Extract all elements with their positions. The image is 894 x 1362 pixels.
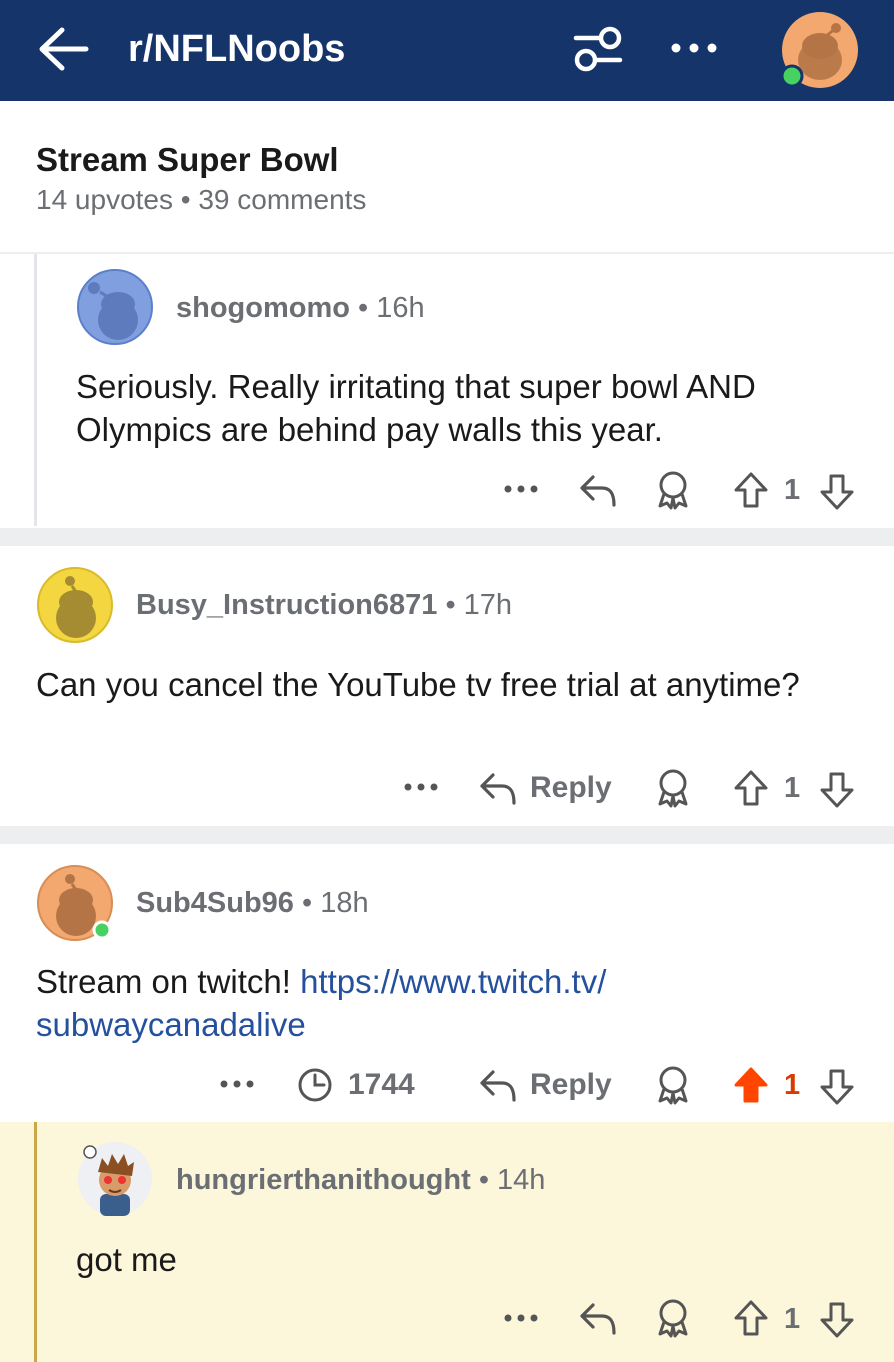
vote-count: 1 bbox=[784, 1069, 801, 1101]
downvote-icon[interactable] bbox=[818, 1300, 856, 1340]
upvote-icon[interactable] bbox=[732, 768, 770, 808]
sliders-icon[interactable] bbox=[570, 22, 626, 76]
downvote-icon[interactable] bbox=[818, 1067, 856, 1107]
reply-button[interactable]: Reply bbox=[530, 1067, 612, 1103]
downvote-icon[interactable] bbox=[818, 472, 856, 512]
vote-count: 1 bbox=[784, 1303, 801, 1335]
vote-count: 1 bbox=[784, 474, 801, 506]
reply-icon[interactable] bbox=[578, 1300, 618, 1336]
more-options-icon[interactable] bbox=[402, 776, 440, 798]
avatar[interactable] bbox=[76, 1140, 154, 1218]
avatar[interactable] bbox=[36, 566, 114, 644]
reply-icon[interactable] bbox=[578, 472, 618, 508]
award-icon[interactable] bbox=[654, 1298, 692, 1338]
arrow-left-icon[interactable] bbox=[36, 24, 92, 74]
upvote-icon[interactable] bbox=[732, 1298, 770, 1338]
thread-line[interactable] bbox=[34, 1122, 37, 1362]
reply-button[interactable]: Reply bbox=[530, 770, 612, 806]
post-meta: 14 upvotes • 39 comments bbox=[36, 184, 367, 215]
vote-count: 1 bbox=[784, 772, 801, 804]
post-title[interactable]: Stream Super Bowl bbox=[36, 140, 339, 180]
award-icon[interactable] bbox=[654, 470, 692, 510]
more-options-icon[interactable] bbox=[218, 1073, 256, 1095]
divider bbox=[0, 252, 894, 254]
top-bar: r/NFLNoobs bbox=[0, 0, 894, 101]
comment-username[interactable]: shogomomo • 16h bbox=[176, 290, 425, 326]
downvote-icon[interactable] bbox=[818, 770, 856, 810]
comment-username[interactable]: Sub4Sub96 • 18h bbox=[136, 885, 369, 921]
avatar[interactable] bbox=[76, 268, 154, 346]
user-avatar[interactable] bbox=[780, 10, 860, 90]
award-icon[interactable] bbox=[654, 1065, 692, 1105]
award-icon[interactable] bbox=[654, 768, 692, 808]
comment-body: Can you cancel the YouTube tv free trial… bbox=[36, 666, 800, 703]
comment-body: got me bbox=[76, 1241, 177, 1278]
upvote-icon[interactable] bbox=[732, 470, 770, 510]
reply-icon[interactable] bbox=[478, 770, 518, 806]
more-horizontal-icon[interactable] bbox=[668, 36, 720, 60]
more-options-icon[interactable] bbox=[502, 1307, 540, 1329]
twitch-link-continued[interactable]: subwaycanadalive bbox=[36, 1006, 306, 1043]
comment-separator bbox=[0, 528, 894, 546]
comment-username[interactable]: hungrierthanithought • 14h bbox=[176, 1162, 545, 1198]
comment-username[interactable]: Busy_Instruction6871 • 17h bbox=[136, 587, 512, 623]
more-options-icon[interactable] bbox=[502, 478, 540, 500]
twitch-link[interactable]: https://www.twitch.tv/ bbox=[300, 963, 606, 1000]
subreddit-title[interactable]: r/NFLNoobs bbox=[128, 26, 345, 72]
avatar[interactable] bbox=[36, 864, 114, 942]
comment-body: Seriously. Really irritating that super … bbox=[76, 368, 756, 448]
reply-icon[interactable] bbox=[478, 1067, 518, 1103]
thread-line[interactable] bbox=[34, 254, 37, 526]
upvote-active-icon[interactable] bbox=[732, 1065, 770, 1105]
timer-count: 1744 bbox=[348, 1068, 415, 1101]
comment-separator bbox=[0, 826, 894, 844]
clock-icon bbox=[298, 1068, 332, 1102]
comment-body: Stream on twitch! https://www.twitch.tv/… bbox=[36, 963, 607, 1043]
